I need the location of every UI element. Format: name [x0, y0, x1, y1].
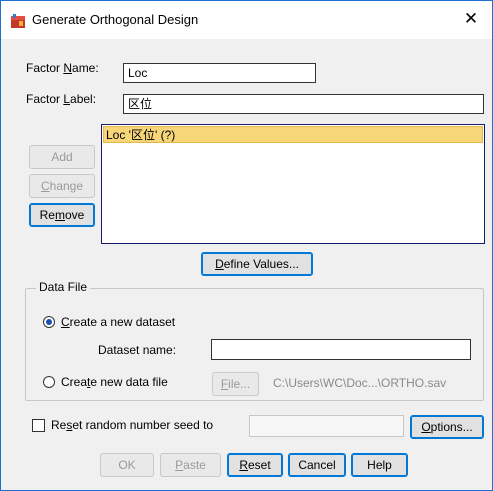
file-button[interactable]: File... — [212, 372, 259, 396]
close-icon[interactable]: ✕ — [458, 7, 484, 31]
dataset-name-label: Dataset name: — [98, 343, 177, 357]
ok-button[interactable]: OK — [100, 453, 154, 477]
factor-label-input[interactable]: 区位 — [123, 94, 484, 114]
dataset-name-input[interactable] — [211, 339, 471, 360]
create-new-data-file-label[interactable]: Create new data file — [61, 375, 168, 389]
create-new-dataset-radio[interactable] — [43, 316, 55, 328]
create-new-dataset-label[interactable]: Create a new dataset — [61, 315, 175, 329]
spss-app-icon — [11, 14, 25, 28]
change-button[interactable]: Change — [29, 174, 95, 198]
remove-button[interactable]: Remove — [29, 203, 95, 227]
add-button[interactable]: Add — [29, 145, 95, 169]
dialog-body: Factor Name: Loc Factor Label: 区位 Add Ch… — [1, 39, 492, 490]
create-new-data-file-radio[interactable] — [43, 376, 55, 388]
title-bar: Generate Orthogonal Design ✕ — [1, 1, 492, 39]
factor-label-label: Factor Label: — [26, 92, 97, 106]
factor-name-input[interactable]: Loc — [123, 63, 316, 83]
reset-seed-label[interactable]: Reset random number seed to — [51, 418, 213, 432]
file-path-text: C:\Users\WC\Doc...\ORTHO.sav — [273, 376, 447, 390]
factor-list[interactable]: Loc '区位' (?) — [101, 124, 485, 244]
dialog-window: Generate Orthogonal Design ✕ Factor Name… — [0, 0, 493, 491]
reset-button[interactable]: Reset — [227, 453, 283, 477]
cancel-button[interactable]: Cancel — [288, 453, 346, 477]
list-item[interactable]: Loc '区位' (?) — [103, 126, 483, 143]
window-title: Generate Orthogonal Design — [32, 12, 199, 27]
define-values-button[interactable]: Define Values... — [201, 252, 313, 276]
factor-name-label: Factor Name: — [26, 61, 99, 75]
seed-input[interactable] — [249, 415, 404, 437]
help-button[interactable]: Help — [351, 453, 408, 477]
data-file-group-title: Data File — [36, 280, 91, 294]
options-button[interactable]: Options... — [410, 415, 484, 439]
paste-button[interactable]: Paste — [160, 453, 221, 477]
reset-seed-checkbox[interactable] — [32, 419, 45, 432]
